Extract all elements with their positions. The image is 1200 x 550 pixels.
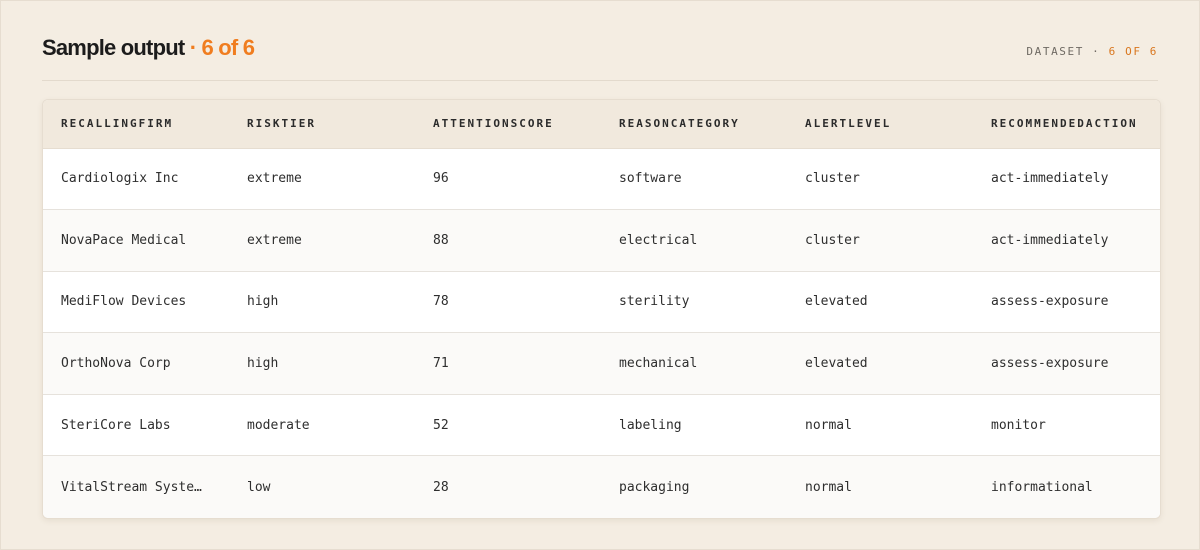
title-count: · 6 of 6	[189, 35, 255, 60]
column-header-recommendedaction: RECOMMENDEDACTION	[973, 100, 1160, 149]
cell-attentionscore: 71	[415, 332, 601, 395]
cell-alertlevel: cluster	[805, 171, 860, 187]
cell-risktier: low	[229, 455, 415, 518]
table-row: OrthoNova Corp high 71 mechanical elevat…	[43, 332, 1160, 395]
cell-attentionscore: 52	[415, 393, 601, 456]
title-text: Sample output	[42, 35, 185, 60]
cell-recallingfirm: SteriCore Labs	[43, 393, 229, 456]
cell-risktier: moderate	[229, 393, 415, 456]
table-row: MediFlow Devices high 78 sterility eleva…	[43, 270, 1160, 333]
cell-recallingfirm: Cardiologix Inc	[61, 171, 179, 187]
column-header-reasoncategory: REASONCATEGORY	[601, 100, 787, 149]
cell-recallingfirm: NovaPace Medical	[43, 209, 229, 272]
page-title: Sample output · 6 of 6	[42, 35, 255, 61]
cell-attentionscore: 88	[415, 209, 601, 272]
column-header-alertlevel: ALERTLEVEL	[787, 100, 973, 149]
cell-recallingfirm: VitalStream Syste…	[43, 455, 229, 518]
cell-recommendedaction: monitor	[973, 393, 1160, 456]
cell-attentionscore: 28	[415, 455, 601, 518]
cell-attentionscore: 96	[433, 171, 449, 187]
cell-alertlevel: elevated	[787, 270, 973, 333]
cell-recommendedaction: act-immediately	[991, 171, 1109, 187]
cell-reasoncategory: mechanical	[601, 332, 787, 395]
table-row: Cardiologix Inc extreme 96 software clus…	[43, 148, 1160, 210]
page-frame: Sample output · 6 of 6 DATASET · 6 OF 6 …	[0, 0, 1200, 550]
dataset-label: DATASET ·	[1026, 45, 1101, 58]
cell-risktier: high	[229, 332, 415, 395]
table-header-row: RECALLINGFIRM RISKTIER ATTENTIONSCORE RE…	[43, 100, 1160, 149]
cell-risktier: extreme	[229, 209, 415, 272]
cell-reasoncategory: labeling	[601, 393, 787, 456]
cell-recallingfirm: MediFlow Devices	[43, 270, 229, 333]
cell-reasoncategory: packaging	[601, 455, 787, 518]
cell-risktier: high	[229, 270, 415, 333]
cell-recommendedaction: act-immediately	[973, 209, 1160, 272]
column-header-attentionscore: ATTENTIONSCORE	[415, 100, 601, 149]
cell-recommendedaction: assess-exposure	[973, 270, 1160, 333]
cell-risktier: extreme	[247, 171, 302, 187]
results-table: RECALLINGFIRM RISKTIER ATTENTIONSCORE RE…	[43, 100, 1160, 518]
cell-alertlevel: normal	[787, 455, 973, 518]
results-table-card: RECALLINGFIRM RISKTIER ATTENTIONSCORE RE…	[42, 99, 1161, 519]
cell-alertlevel: elevated	[787, 332, 973, 395]
cell-alertlevel: cluster	[787, 209, 973, 272]
table-row: SteriCore Labs moderate 52 labeling norm…	[43, 393, 1160, 456]
cell-recommendedaction: informational	[973, 455, 1160, 518]
table-row: NovaPace Medical extreme 88 electrical c…	[43, 209, 1160, 272]
cell-attentionscore: 78	[415, 270, 601, 333]
cell-recommendedaction: assess-exposure	[973, 332, 1160, 395]
cell-reasoncategory: sterility	[601, 270, 787, 333]
table-row: VitalStream Syste… low 28 packaging norm…	[43, 455, 1160, 518]
cell-alertlevel: normal	[787, 393, 973, 456]
cell-recallingfirm: OrthoNova Corp	[43, 332, 229, 395]
page-header: Sample output · 6 of 6 DATASET · 6 OF 6	[42, 31, 1158, 81]
column-header-risktier: RISKTIER	[229, 100, 415, 149]
cell-reasoncategory: software	[619, 171, 682, 187]
column-header-recallingfirm: RECALLINGFIRM	[43, 100, 229, 149]
dataset-count: 6 OF 6	[1108, 45, 1158, 58]
dataset-indicator: DATASET · 6 OF 6	[1026, 45, 1158, 58]
cell-reasoncategory: electrical	[601, 209, 787, 272]
